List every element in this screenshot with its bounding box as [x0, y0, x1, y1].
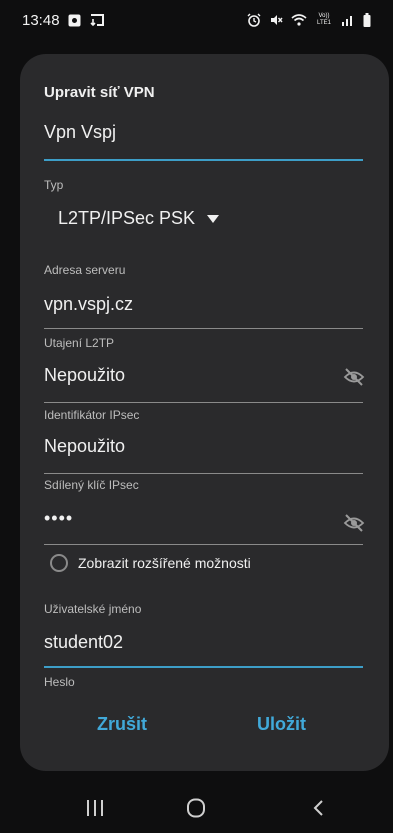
ipsec-id-input[interactable]: Nepoužito — [44, 436, 125, 457]
signal-icon — [341, 14, 355, 26]
type-dropdown[interactable]: L2TP/IPSec PSK — [58, 208, 220, 229]
ipsec-key-label: Sdílený klíč IPsec — [44, 478, 139, 492]
l2tp-secret-input[interactable]: Nepoužito — [44, 365, 125, 386]
navigation-bar — [0, 782, 393, 833]
server-input[interactable]: vpn.vspj.cz — [44, 294, 133, 315]
vpn-name-input[interactable]: Vpn Vspj — [44, 122, 116, 143]
status-bar: 13:48 Vo)) LTE1 — [0, 0, 393, 40]
l2tp-secret-underline — [44, 402, 363, 403]
mute-icon — [269, 13, 283, 27]
status-left: 13:48 — [22, 12, 105, 29]
status-right: Vo)) LTE1 — [247, 13, 371, 27]
gallery-icon — [68, 14, 81, 27]
type-value: L2TP/IPSec PSK — [58, 208, 196, 228]
battery-icon — [363, 13, 371, 27]
radio-button[interactable] — [50, 554, 68, 572]
cancel-button[interactable]: Zrušit — [97, 714, 147, 735]
alarm-icon — [247, 13, 261, 27]
save-button[interactable]: Uložit — [257, 714, 306, 735]
ipsec-id-label: Identifikátor IPsec — [44, 408, 140, 422]
volte-icon: Vo)) LTE1 — [315, 13, 333, 27]
l2tp-secret-label: Utajení L2TP — [44, 336, 115, 350]
recent-apps-icon[interactable] — [75, 782, 115, 833]
server-label: Adresa serveru — [44, 263, 126, 277]
back-icon[interactable] — [298, 782, 338, 833]
edit-vpn-dialog: Upravit síť VPN Vpn Vspj Typ L2TP/IPSec … — [20, 54, 389, 771]
dialog-title: Upravit síť VPN — [44, 84, 155, 101]
dropdown-arrow-icon — [207, 214, 220, 223]
server-underline — [44, 328, 363, 329]
ipsec-key-underline — [44, 544, 363, 545]
username-input[interactable]: student02 — [44, 632, 123, 653]
vpn-name-underline — [44, 159, 363, 161]
visibility-off-icon[interactable] — [341, 364, 367, 390]
home-icon[interactable] — [176, 782, 216, 833]
data-transfer-icon — [89, 13, 105, 27]
type-label: Typ — [44, 178, 64, 192]
password-label: Heslo — [44, 675, 75, 689]
wifi-icon — [291, 13, 307, 27]
ipsec-key-input[interactable]: •••• — [44, 508, 73, 529]
username-label: Uživatelské jméno — [44, 602, 142, 616]
visibility-off-icon[interactable] — [341, 510, 367, 536]
volte-text: Vo)) LTE1 — [317, 13, 331, 26]
clock: 13:48 — [22, 11, 60, 29]
ipsec-id-underline — [44, 473, 363, 474]
username-underline — [44, 666, 363, 668]
advanced-options-toggle[interactable]: Zobrazit rozšířené možnosti — [50, 554, 251, 572]
advanced-options-label: Zobrazit rozšířené možnosti — [78, 555, 251, 571]
